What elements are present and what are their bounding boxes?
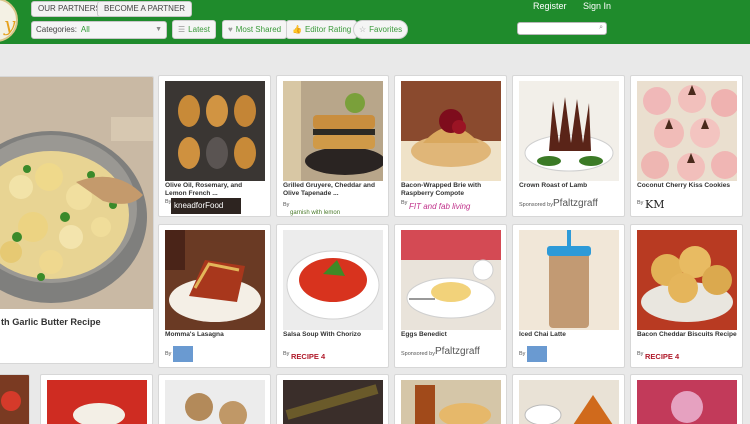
recipe-image bbox=[283, 380, 383, 424]
recipe-card[interactable]: Crown Roast of Lamb Sponsored by Pfaltzg… bbox=[512, 75, 625, 217]
list-icon: ☰ bbox=[178, 25, 186, 34]
byline-label: By bbox=[283, 351, 290, 357]
recipe-image bbox=[519, 380, 619, 424]
recipe-image bbox=[401, 230, 501, 330]
categories-label: Categories: bbox=[36, 25, 77, 34]
filter-latest-label: Latest bbox=[188, 25, 210, 34]
recipe-card[interactable]: Bacon Cheddar Biscuits Recipe By RECIPE … bbox=[630, 224, 743, 368]
recipe-image bbox=[283, 81, 383, 181]
filter-latest-button[interactable]: ☰ Latest bbox=[172, 20, 216, 39]
recipe-card[interactable]: Salsa Soup With Chorizo By RECIPE 4 LIVI… bbox=[276, 224, 389, 368]
featured-recipe-card[interactable]: th Garlic Butter Recipe bbox=[0, 76, 154, 364]
recipe-card[interactable]: Coconut Cherry Kiss Cookies By KM bbox=[630, 75, 743, 217]
featured-recipe-image bbox=[0, 77, 153, 309]
thumbs-up-icon: 👍 bbox=[292, 25, 302, 34]
search-icon[interactable]: ⌕ bbox=[599, 24, 603, 32]
brand-name: garnish with lemon bbox=[290, 210, 341, 216]
categories-value: All bbox=[80, 25, 90, 34]
brand-name: KM bbox=[645, 198, 665, 211]
search-input[interactable] bbox=[518, 29, 596, 40]
recipe-image bbox=[165, 81, 265, 181]
recipe-card[interactable]: Momma's Lasagna By bbox=[158, 224, 271, 368]
recipe-title: Olive Oil, Rosemary, and Lemon French ..… bbox=[165, 182, 243, 197]
brand-logo[interactable] bbox=[173, 346, 193, 362]
recipe-image bbox=[165, 380, 265, 424]
brand-logo[interactable]: kneadforFood bbox=[171, 198, 241, 214]
recipe-title: Iced Chai Latte bbox=[519, 331, 566, 338]
recipe-image bbox=[401, 81, 501, 181]
filter-editor-rating-label: Editor Rating bbox=[304, 25, 352, 34]
recipe-card[interactable] bbox=[512, 374, 625, 424]
byline-label: By bbox=[401, 200, 408, 206]
brand-logo[interactable] bbox=[527, 346, 547, 362]
categories-select[interactable]: Categories: All ▼ bbox=[31, 21, 167, 39]
recipe-card[interactable]: Iced Chai Latte By bbox=[512, 224, 625, 368]
recipe-card[interactable] bbox=[158, 374, 271, 424]
byline-label: Sponsored by bbox=[519, 202, 553, 208]
recipe-image bbox=[0, 375, 29, 424]
filter-favorites-label: Favorites bbox=[369, 25, 403, 34]
recipe-image bbox=[637, 81, 737, 181]
brand-name: FIT and fab living bbox=[409, 202, 471, 211]
brand-name[interactable]: Pfaltzgraff bbox=[435, 346, 480, 357]
byline-label: By bbox=[283, 202, 290, 208]
recipe-title: Crown Roast of Lamb bbox=[519, 182, 588, 189]
brand-name[interactable]: Pfaltzgraff bbox=[553, 198, 598, 209]
byline-label: By bbox=[637, 351, 644, 357]
recipe-title: Momma's Lasagna bbox=[165, 331, 224, 338]
byline-label: By bbox=[637, 200, 644, 206]
recipe-card[interactable]: Olive Oil, Rosemary, and Lemon French ..… bbox=[158, 75, 271, 217]
featured-recipe-title: th Garlic Butter Recipe bbox=[1, 317, 101, 327]
recipe-image bbox=[519, 230, 619, 330]
star-icon: ☆ bbox=[359, 25, 367, 34]
filter-most-shared-label: Most Shared bbox=[235, 25, 282, 34]
recipe-image bbox=[519, 81, 619, 181]
recipe-card[interactable]: Eggs Benedict Sponsored by Pfaltzgraff bbox=[394, 224, 507, 368]
recipe-image bbox=[283, 230, 383, 330]
chevron-down-icon: ▼ bbox=[155, 26, 162, 33]
recipe-card[interactable] bbox=[630, 374, 743, 424]
filter-most-shared-button[interactable]: ♥ Most Shared bbox=[222, 20, 288, 39]
search-box[interactable]: ⌕ bbox=[517, 22, 607, 40]
recipe-image bbox=[401, 380, 501, 424]
brand-logo[interactable]: garnish with lemon bbox=[290, 201, 341, 216]
filter-editor-rating-button[interactable]: 👍 Editor Rating bbox=[286, 20, 358, 39]
recipe-image bbox=[637, 380, 737, 424]
recipe-image bbox=[637, 230, 737, 330]
register-link[interactable]: Register bbox=[533, 1, 567, 11]
recipe-title: Eggs Benedict bbox=[401, 331, 447, 338]
site-logo[interactable]: y bbox=[0, 0, 18, 44]
recipe-title: Grilled Gruyere, Cheddar and Olive Tapen… bbox=[283, 182, 375, 197]
recipe-card[interactable] bbox=[394, 374, 507, 424]
filter-favorites-button[interactable]: ☆ Favorites bbox=[353, 20, 409, 39]
heart-icon: ♥ bbox=[228, 25, 233, 34]
sign-in-link[interactable]: Sign In bbox=[583, 1, 611, 11]
become-partner-button[interactable]: BECOME A PARTNER bbox=[97, 1, 193, 17]
recipe-card[interactable] bbox=[0, 374, 30, 424]
recipe-title: Bacon Cheddar Biscuits Recipe bbox=[637, 331, 737, 338]
brand-logo[interactable]: KM bbox=[645, 195, 664, 213]
recipe-image bbox=[165, 230, 265, 330]
recipe-card[interactable] bbox=[40, 374, 153, 424]
brand-name: kneadforFood bbox=[174, 201, 224, 210]
brand-logo[interactable]: RECIPE 4 LIVING bbox=[645, 346, 685, 367]
brand-logo[interactable]: RECIPE 4 LIVING bbox=[291, 346, 331, 367]
recipe-title: Salsa Soup With Chorizo bbox=[283, 331, 361, 338]
byline-label: Sponsored by bbox=[401, 351, 435, 357]
recipe-card[interactable] bbox=[276, 374, 389, 424]
byline-label: By bbox=[519, 351, 526, 357]
top-header: y OUR PARTNERS BECOME A PARTNER Categori… bbox=[0, 0, 750, 44]
byline-label: By bbox=[165, 351, 172, 357]
brand-name: RECIPE 4 LIVING bbox=[291, 352, 326, 361]
recipe-image bbox=[47, 380, 147, 424]
brand-name: RECIPE 4 LIVING bbox=[645, 352, 680, 361]
recipe-card[interactable]: Bacon-Wrapped Brie with Raspberry Compot… bbox=[394, 75, 507, 217]
recipe-card[interactable]: Grilled Gruyere, Cheddar and Olive Tapen… bbox=[276, 75, 389, 217]
recipe-title: Coconut Cherry Kiss Cookies bbox=[637, 182, 731, 189]
brand-logo[interactable]: FIT and fab living bbox=[409, 196, 470, 214]
